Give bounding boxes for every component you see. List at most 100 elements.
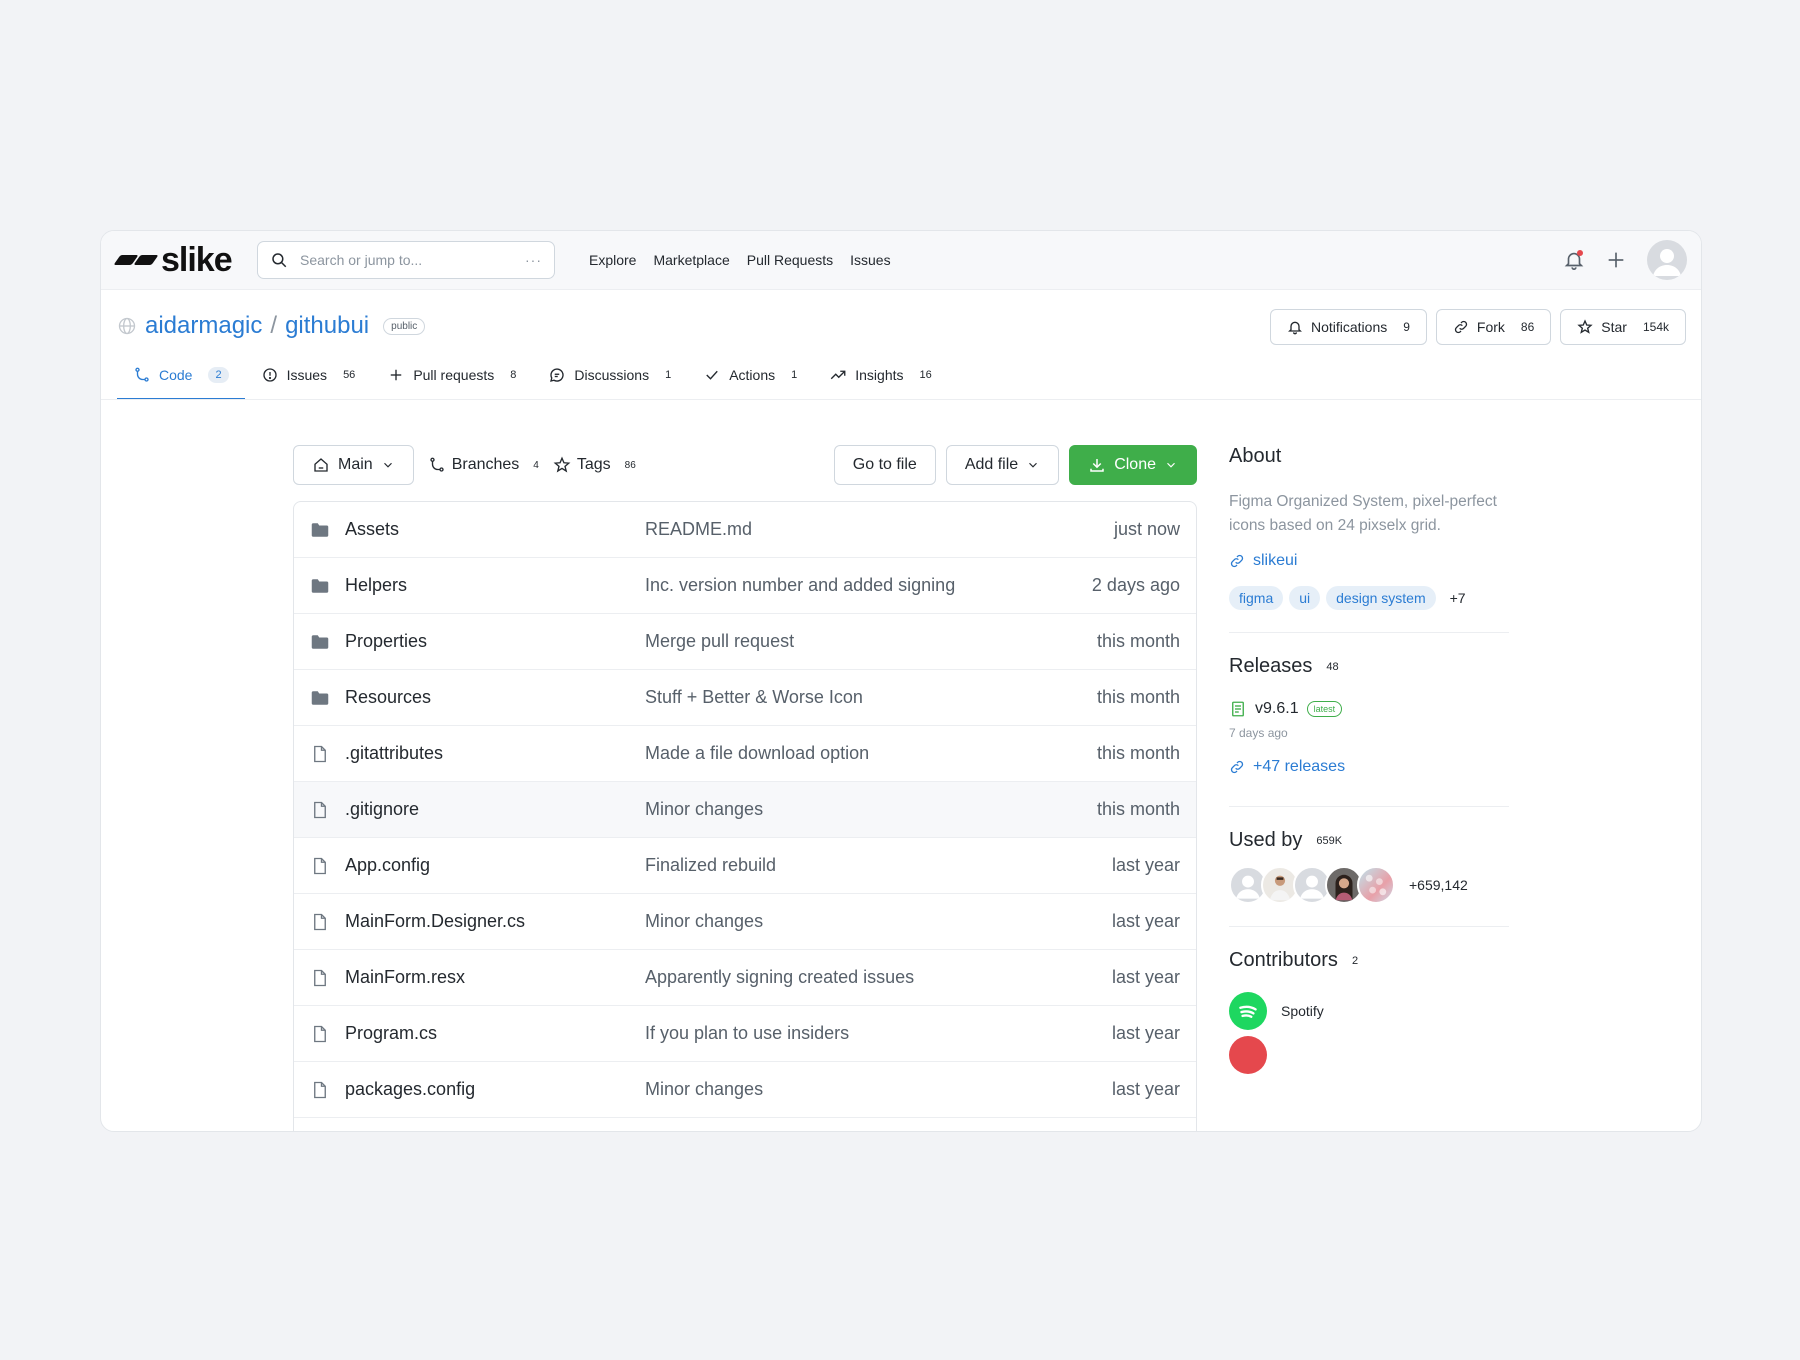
- used-by-title[interactable]: Used by 659K: [1229, 829, 1509, 852]
- file-list: Assets README.md just now Helpers Inc. versi…: [293, 501, 1197, 1131]
- file-name-link[interactable]: Assets: [345, 519, 399, 540]
- branches-link[interactable]: Branches 4: [428, 456, 539, 474]
- search-input[interactable]: [298, 251, 525, 269]
- chevron-down-icon: [1167, 462, 1175, 468]
- search-box[interactable]: ···: [257, 241, 555, 279]
- commit-message-link[interactable]: Minor changes: [645, 911, 763, 932]
- repo-name-link[interactable]: githubui: [285, 312, 369, 340]
- table-row[interactable]: MainForm.resx Apparently signing created …: [294, 950, 1196, 1006]
- tab-actions[interactable]: Actions 1: [687, 351, 813, 399]
- plus-icon[interactable]: [1605, 249, 1627, 271]
- commit-message-link[interactable]: Finalized rebuild: [645, 855, 776, 876]
- tab-insights-label: Insights: [855, 367, 904, 383]
- commit-time: this month: [1096, 687, 1180, 707]
- chat-icon: [550, 368, 564, 382]
- star-button[interactable]: Star 154k: [1560, 309, 1686, 345]
- tab-issues[interactable]: Issues 56: [245, 351, 372, 399]
- topics-more[interactable]: +7: [1450, 590, 1466, 606]
- branch-select-button[interactable]: Main: [293, 445, 414, 485]
- notifications-bell-button[interactable]: [1563, 249, 1585, 271]
- tab-discussions[interactable]: Discussions 1: [532, 351, 687, 399]
- releases-title[interactable]: Releases 48: [1229, 655, 1509, 678]
- link-icon: [1454, 320, 1468, 334]
- commit-message-link[interactable]: If you plan to use insiders: [645, 1023, 849, 1044]
- table-row[interactable]: MainForm.Designer.cs Minor changes last ye…: [294, 894, 1196, 950]
- go-to-file-button[interactable]: Go to file: [833, 445, 936, 485]
- file-name-link[interactable]: .gitignore: [345, 799, 419, 820]
- nav-pull-requests[interactable]: Pull Requests: [747, 252, 833, 268]
- table-row[interactable]: Properties Merge pull request this month: [294, 614, 1196, 670]
- file-name-link[interactable]: App.config: [345, 855, 430, 876]
- nav-marketplace[interactable]: Marketplace: [653, 252, 729, 268]
- used-by-avatars[interactable]: +659,142: [1229, 866, 1509, 904]
- add-file-button[interactable]: Add file: [945, 445, 1060, 485]
- file-icon: [310, 968, 330, 988]
- repo-actions: Notifications 9 Fork 86 Star 154k: [1269, 309, 1686, 345]
- user-avatar[interactable]: [1647, 240, 1687, 280]
- check-icon: [706, 370, 718, 380]
- tags-label: Tags: [576, 456, 611, 473]
- clone-button[interactable]: Clone: [1069, 445, 1197, 485]
- contributor-logo-icon: [1229, 1036, 1267, 1074]
- about-title: About: [1229, 445, 1282, 467]
- commit-message-link[interactable]: Made a file download option: [645, 743, 869, 764]
- file-name-link[interactable]: Properties: [345, 631, 427, 652]
- table-row[interactable]: Assets README.md just now: [294, 502, 1196, 558]
- file-name-link[interactable]: Resources: [345, 687, 431, 708]
- tab-pull-requests[interactable]: Pull requests 8: [371, 351, 532, 399]
- fork-count: 86: [1520, 320, 1535, 334]
- commit-time: last year: [1111, 1079, 1180, 1099]
- file-name-link[interactable]: Program.cs: [345, 1023, 437, 1044]
- branch-icon: [135, 367, 149, 382]
- issue-icon: [262, 368, 277, 382]
- tags-link[interactable]: Tags 86: [553, 456, 636, 474]
- nav-explore[interactable]: Explore: [589, 252, 636, 268]
- topic-design-system[interactable]: design system: [1326, 586, 1436, 610]
- pattern-avatar-icon: [1365, 874, 1387, 896]
- about-website-link[interactable]: slikeui: [1229, 552, 1509, 570]
- folder-icon: [310, 632, 330, 652]
- tab-code-count: 2: [208, 367, 229, 383]
- table-row[interactable]: .gitignore Minor changes this month: [294, 782, 1196, 838]
- table-row[interactable]: packages.config Minor changes last year: [294, 1062, 1196, 1118]
- table-row[interactable]: .gitattributes Made a file download optio…: [294, 726, 1196, 782]
- fork-button[interactable]: Fork 86: [1435, 309, 1552, 345]
- trend-icon: [831, 370, 846, 380]
- topic-figma[interactable]: figma: [1229, 586, 1284, 610]
- commit-message-link[interactable]: README.md: [645, 519, 752, 540]
- latest-release[interactable]: v9.6.1 latest: [1229, 700, 1509, 718]
- table-row[interactable]: App.config Finalized rebuild last year: [294, 838, 1196, 894]
- commit-message-link[interactable]: Apparently signing created issues: [645, 967, 914, 988]
- file-name-link[interactable]: MainForm.Designer.cs: [345, 911, 525, 932]
- commit-message-link[interactable]: Minor changes: [645, 799, 763, 820]
- top-bar: slike ··· Explore Marketplace Pull Reque…: [101, 231, 1701, 290]
- file-name-link[interactable]: packages.config: [345, 1079, 475, 1100]
- commit-message-link[interactable]: Minor changes: [645, 1079, 763, 1100]
- contributor-item[interactable]: [1229, 1036, 1509, 1074]
- contributors-title[interactable]: Contributors 2: [1229, 949, 1509, 972]
- topic-ui[interactable]: ui: [1289, 586, 1321, 610]
- nav-issues[interactable]: Issues: [850, 252, 890, 268]
- file-name-link[interactable]: MainForm.resx: [345, 967, 465, 988]
- contributor-item[interactable]: Spotify: [1229, 992, 1509, 1030]
- releases-count: 48: [1326, 660, 1339, 673]
- file-name-link[interactable]: .gitattributes: [345, 743, 443, 764]
- commit-message-link[interactable]: Stuff + Better & Worse Icon: [645, 687, 863, 708]
- repo-owner-link[interactable]: aidarmagic: [145, 312, 262, 340]
- table-row[interactable]: Program.cs If you plan to use insiders las…: [294, 1006, 1196, 1062]
- brand-logo[interactable]: slike: [113, 240, 233, 280]
- user-icon: [1653, 249, 1681, 276]
- commit-time: this month: [1096, 631, 1180, 651]
- notifications-button[interactable]: Notifications 9: [1269, 309, 1427, 345]
- table-row[interactable]: Resources Stuff + Better & Worse Icon this…: [294, 670, 1196, 726]
- tab-insights[interactable]: Insights 16: [813, 351, 948, 399]
- commit-message-link[interactable]: Inc. version number and added signing: [645, 575, 955, 596]
- table-row[interactable]: Helpers Inc. version number and added sig…: [294, 558, 1196, 614]
- file-name-link[interactable]: Helpers: [345, 575, 407, 596]
- repo-tabs: Code 2 Issues 56 Pull requests 8 Discuss…: [117, 351, 948, 400]
- tab-code[interactable]: Code 2: [117, 351, 245, 400]
- commit-message-link[interactable]: Merge pull request: [645, 631, 794, 652]
- repo-sidebar: About Figma Organized System, pixel-perf…: [1229, 445, 1509, 1074]
- more-releases-link[interactable]: +47 releases: [1229, 758, 1509, 776]
- add-file-label: Add file: [964, 456, 1019, 473]
